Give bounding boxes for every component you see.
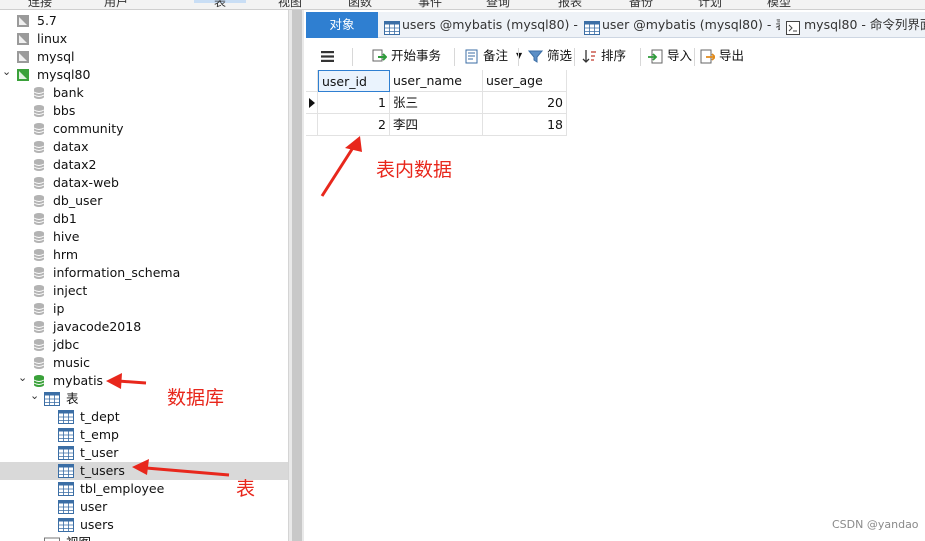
watermark: CSDN @yandao <box>832 518 919 531</box>
arrow-table <box>145 466 230 477</box>
arrow-table-data <box>320 142 358 197</box>
annotation-database: 数据库 <box>167 387 225 409</box>
annotation-table-data: 表内数据 <box>376 159 453 181</box>
annotation-arrows <box>106 136 362 477</box>
navicat-window: 连接 用户表视图 函数 事件 查询 报表 备份 计划 模型 5.7 linux mysql ⌄ mysq… <box>0 0 925 541</box>
arrow-database-head <box>106 373 122 389</box>
arrow-database <box>117 379 147 385</box>
arrow-table-data-head <box>345 136 362 152</box>
annotation-table: 表 <box>236 478 256 500</box>
arrow-table-head <box>132 459 149 475</box>
